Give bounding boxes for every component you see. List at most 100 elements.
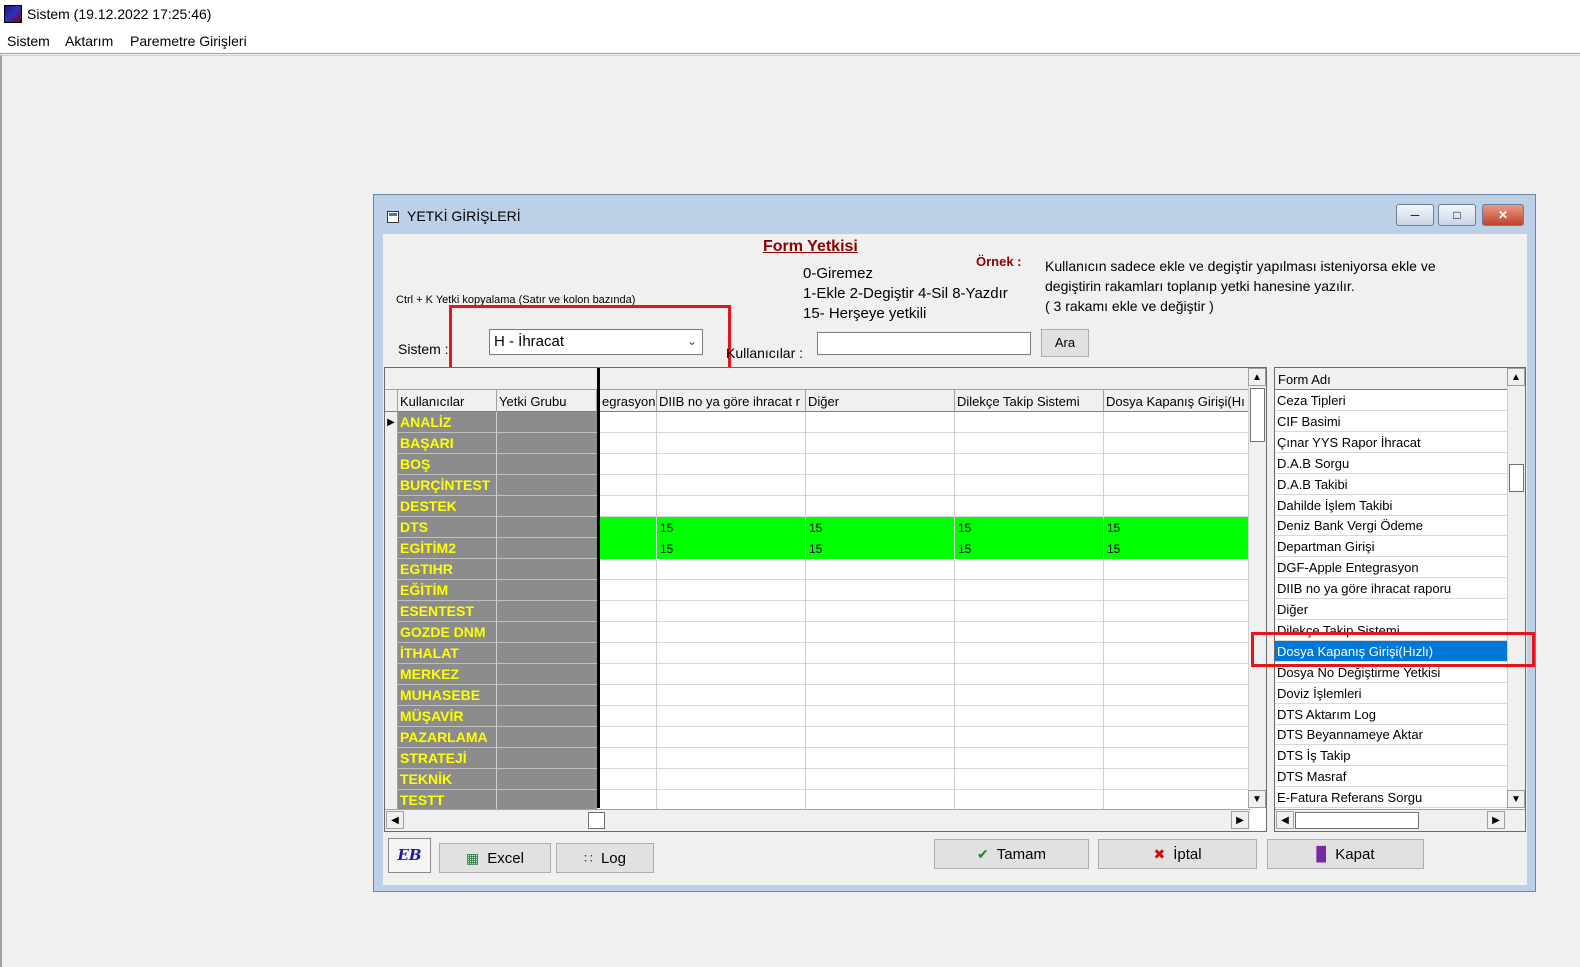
permission-cell[interactable] bbox=[1104, 769, 1250, 790]
table-row[interactable]: BOŞ bbox=[385, 454, 1250, 475]
yetki-grubu-cell[interactable] bbox=[497, 664, 597, 685]
user-cell[interactable]: BAŞARI bbox=[398, 433, 497, 454]
row-indicator[interactable] bbox=[385, 601, 398, 622]
list-item[interactable]: Doviz İşlemleri bbox=[1275, 683, 1507, 704]
permission-cell[interactable] bbox=[806, 475, 955, 496]
permission-cell[interactable]: 15 bbox=[657, 517, 806, 538]
table-row[interactable]: ▶ ANALİZ bbox=[385, 412, 1250, 433]
row-indicator[interactable]: ▶ bbox=[385, 412, 398, 433]
permission-cell[interactable] bbox=[806, 454, 955, 475]
scroll-up-icon[interactable]: ▲ bbox=[1248, 368, 1266, 386]
form-list-horizontal-scrollbar[interactable]: ◀ ▶ bbox=[1275, 809, 1525, 831]
yetki-grubu-cell[interactable] bbox=[497, 622, 597, 643]
row-indicator[interactable] bbox=[385, 454, 398, 475]
permission-cell[interactable]: 15 bbox=[657, 538, 806, 559]
permission-cell[interactable] bbox=[600, 706, 657, 727]
table-row[interactable]: BAŞARI bbox=[385, 433, 1250, 454]
table-row[interactable]: DTS 15 15 15 15 bbox=[385, 517, 1250, 538]
kullanicilar-search-input[interactable] bbox=[817, 332, 1031, 355]
permission-cell[interactable] bbox=[657, 685, 806, 706]
col-dosya-kapanis[interactable]: Dosya Kapanış Girişi(Hı bbox=[1104, 390, 1250, 412]
permission-cell[interactable] bbox=[806, 433, 955, 454]
form-list-hscroll-thumb[interactable] bbox=[1295, 812, 1419, 829]
permission-cell[interactable] bbox=[806, 685, 955, 706]
user-cell[interactable]: İTHALAT bbox=[398, 643, 497, 664]
grid-vertical-scrollbar[interactable]: ▲ ▼ bbox=[1248, 368, 1266, 808]
permission-cell[interactable] bbox=[1104, 601, 1250, 622]
user-cell[interactable]: TEKNİK bbox=[398, 769, 497, 790]
row-indicator[interactable] bbox=[385, 622, 398, 643]
permission-cell[interactable] bbox=[955, 727, 1104, 748]
permission-cell[interactable] bbox=[600, 433, 657, 454]
permission-cell[interactable] bbox=[955, 748, 1104, 769]
user-cell[interactable]: MERKEZ bbox=[398, 664, 497, 685]
permission-cell[interactable] bbox=[955, 643, 1104, 664]
permission-cell[interactable] bbox=[1104, 790, 1250, 811]
table-row[interactable]: DESTEK bbox=[385, 496, 1250, 517]
row-indicator[interactable] bbox=[385, 538, 398, 559]
scroll-up-icon[interactable]: ▲ bbox=[1507, 368, 1525, 386]
yetki-grubu-cell[interactable] bbox=[497, 727, 597, 748]
permission-cell[interactable] bbox=[657, 475, 806, 496]
yetki-grubu-cell[interactable] bbox=[497, 412, 597, 433]
permission-cell[interactable] bbox=[657, 622, 806, 643]
row-indicator[interactable] bbox=[385, 475, 398, 496]
permission-cell[interactable]: 15 bbox=[955, 517, 1104, 538]
kapat-button[interactable]: ▉ Kapat bbox=[1267, 839, 1424, 869]
user-cell[interactable]: ANALİZ bbox=[398, 412, 497, 433]
permission-cell[interactable] bbox=[806, 412, 955, 433]
table-row[interactable]: MERKEZ bbox=[385, 664, 1250, 685]
permission-cell[interactable] bbox=[806, 496, 955, 517]
row-indicator[interactable] bbox=[385, 433, 398, 454]
yetki-grubu-cell[interactable] bbox=[497, 601, 597, 622]
permission-cell[interactable] bbox=[1104, 454, 1250, 475]
row-indicator[interactable] bbox=[385, 559, 398, 580]
user-cell[interactable]: EGTIHR bbox=[398, 559, 497, 580]
scroll-down-icon[interactable]: ▼ bbox=[1248, 790, 1266, 808]
scroll-right-icon[interactable]: ▶ bbox=[1487, 811, 1505, 829]
permission-cell[interactable] bbox=[955, 412, 1104, 433]
permission-cell[interactable] bbox=[955, 601, 1104, 622]
table-row[interactable]: TEKNİK bbox=[385, 769, 1250, 790]
table-row[interactable]: STRATEJİ bbox=[385, 748, 1250, 769]
list-item[interactable]: Deniz Bank Vergi Ödeme bbox=[1275, 515, 1507, 537]
yetki-grubu-cell[interactable] bbox=[497, 706, 597, 727]
permission-cell[interactable] bbox=[955, 433, 1104, 454]
permission-cell[interactable] bbox=[806, 580, 955, 601]
row-indicator[interactable] bbox=[385, 685, 398, 706]
row-indicator[interactable] bbox=[385, 706, 398, 727]
table-row[interactable]: EĞİTİM bbox=[385, 580, 1250, 601]
maximize-button[interactable]: □ bbox=[1438, 204, 1476, 226]
permission-cell[interactable]: 15 bbox=[1104, 538, 1250, 559]
form-list-scroll-thumb[interactable] bbox=[1509, 464, 1524, 492]
permission-cell[interactable] bbox=[806, 643, 955, 664]
permission-cell[interactable] bbox=[657, 601, 806, 622]
eb-logo-button[interactable]: EB bbox=[388, 838, 431, 873]
yetki-grubu-cell[interactable] bbox=[497, 790, 597, 811]
list-item[interactable]: DTS Aktarım Log bbox=[1275, 704, 1507, 725]
list-item[interactable]: DTS İş Takip bbox=[1275, 745, 1507, 767]
scroll-left-icon[interactable]: ◀ bbox=[1276, 811, 1294, 829]
permission-cell[interactable] bbox=[806, 601, 955, 622]
permission-cell[interactable] bbox=[600, 538, 657, 559]
row-indicator[interactable] bbox=[385, 643, 398, 664]
user-cell[interactable]: PAZARLAMA bbox=[398, 727, 497, 748]
permission-cell[interactable] bbox=[600, 601, 657, 622]
list-item[interactable]: DIIB no ya göre ihracat raporu bbox=[1275, 578, 1507, 600]
col-entegrasyon[interactable]: egrasyon bbox=[600, 390, 657, 412]
scroll-right-icon[interactable]: ▶ bbox=[1231, 811, 1249, 829]
permission-cell[interactable] bbox=[600, 790, 657, 811]
row-indicator[interactable] bbox=[385, 727, 398, 748]
permission-cell[interactable] bbox=[600, 517, 657, 538]
grid-horizontal-scrollbar[interactable]: ◀ ▶ bbox=[385, 809, 1250, 831]
list-item[interactable]: D.A.B Sorgu bbox=[1275, 453, 1507, 474]
permission-cell[interactable] bbox=[600, 622, 657, 643]
table-row[interactable]: ESENTEST bbox=[385, 601, 1250, 622]
ara-button[interactable]: Ara bbox=[1041, 329, 1089, 357]
permission-cell[interactable] bbox=[1104, 580, 1250, 601]
user-cell[interactable]: EGİTİM2 bbox=[398, 538, 497, 559]
yetki-grubu-cell[interactable] bbox=[497, 496, 597, 517]
scroll-left-icon[interactable]: ◀ bbox=[386, 811, 404, 829]
permission-cell[interactable] bbox=[1104, 643, 1250, 664]
user-cell[interactable]: DTS bbox=[398, 517, 497, 538]
